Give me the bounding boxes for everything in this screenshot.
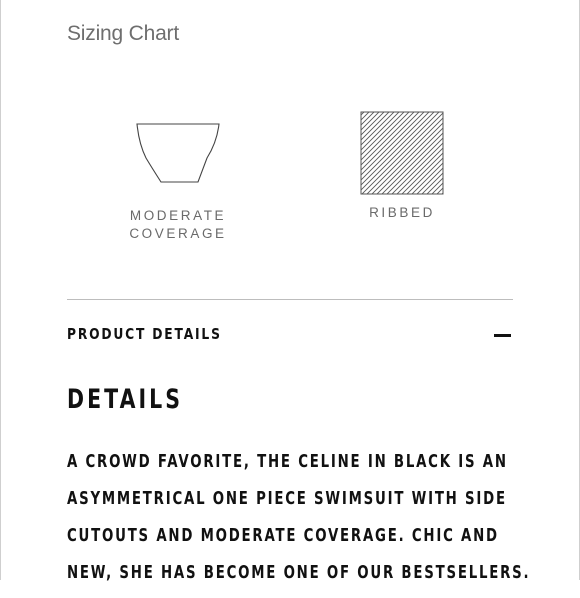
product-details-toggle[interactable]: PRODUCT DETAILS	[67, 320, 513, 350]
page-border-left	[0, 0, 1, 580]
sizing-chart-link[interactable]: Sizing Chart	[67, 22, 179, 46]
feature-label-line-2: COVERAGE	[129, 226, 227, 241]
details-heading: DETAILS	[67, 384, 184, 415]
details-line-1: A CROWD FAVORITE, THE CELINE IN BLACK IS…	[67, 451, 508, 472]
section-divider	[67, 299, 513, 300]
coverage-icon	[136, 123, 220, 183]
minus-icon[interactable]	[494, 334, 511, 337]
feature-ribbed: RIBBED	[332, 111, 472, 222]
details-line-3: CUTOUTS AND MODERATE COVERAGE. CHIC AND	[67, 525, 499, 546]
ribbed-fabric-icon	[360, 111, 444, 195]
details-line-2: ASYMMETRICAL ONE PIECE SWIMSUIT WITH SID…	[67, 488, 507, 509]
product-details-title: PRODUCT DETAILS	[67, 325, 222, 343]
feature-label-line-1: MODERATE	[129, 208, 227, 223]
feature-label-ribbed: RIBBED	[369, 205, 435, 220]
feature-moderate-coverage: MODERATE COVERAGE	[108, 122, 248, 243]
details-description: A CROWD FAVORITE, THE CELINE IN BLACK IS…	[67, 450, 580, 598]
